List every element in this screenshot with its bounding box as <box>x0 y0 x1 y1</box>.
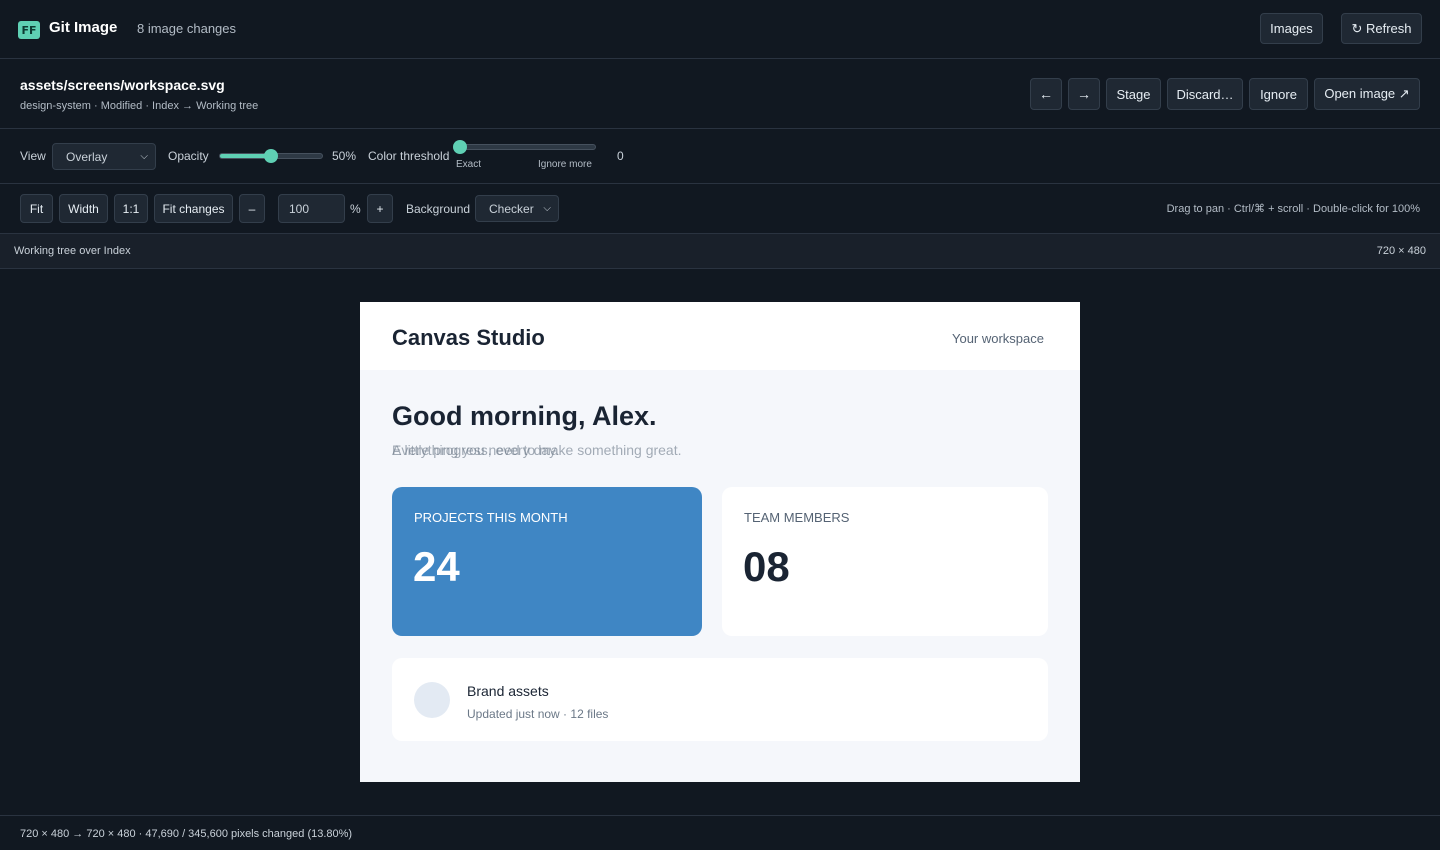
next-file-button[interactable]: → <box>1068 78 1100 110</box>
preview-brand: Canvas Studio <box>392 325 545 350</box>
preview-workspace: Your workspace <box>951 331 1044 346</box>
view-mode-value: Overlay <box>66 149 108 164</box>
stat-card-team: TEAM MEMBERS 08 <box>722 487 1048 636</box>
threshold-value: 0 <box>617 149 624 163</box>
compare-strip: Working tree over Index 720 × 480 <box>0 234 1440 269</box>
discard-button[interactable]: Discard… <box>1167 78 1243 110</box>
threshold-label: Color threshold <box>368 149 450 163</box>
threshold-slider-thumb[interactable] <box>453 140 467 154</box>
refresh-button[interactable]: ↻ Refresh <box>1341 13 1422 44</box>
list-item: Brand assets Updated just now · 12 files <box>392 658 1048 741</box>
stage-button[interactable]: Stage <box>1106 78 1161 110</box>
opacity-label: Opacity <box>168 149 209 163</box>
avatar <box>414 682 450 718</box>
app-logo: FF <box>18 21 40 39</box>
arrow-right-icon: → <box>1077 86 1091 102</box>
actual-size-button[interactable]: 1:1 <box>114 194 148 223</box>
list-item-meta: Updated just now · 12 files <box>467 707 609 721</box>
view-mode-select[interactable]: Overlay ⌵ <box>52 143 156 170</box>
zoom-in-button[interactable]: + <box>367 194 393 223</box>
top-bar: FF Git Image 8 image changes Images ↻ Re… <box>0 0 1440 59</box>
file-path: assets/screens/workspace.svg <box>20 77 225 93</box>
preview-header: Canvas Studio Your workspace <box>360 302 1080 370</box>
threshold-min-label: Exact <box>456 159 482 170</box>
stat-label: PROJECTS THIS MONTH <box>414 510 568 525</box>
open-image-button[interactable]: Open image ↗ <box>1314 78 1420 110</box>
ignore-button[interactable]: Ignore <box>1249 78 1308 110</box>
threshold-max-label: Ignore more <box>538 159 592 170</box>
zoom-out-button[interactable]: – <box>239 194 265 223</box>
status-footer: 720 × 480 → 720 × 480 · 47,690 / 345,600… <box>0 815 1440 850</box>
stat-value: 08 <box>743 543 790 590</box>
pan-zoom-hint: Drag to pan · Ctrl/⌘ + scroll · Double-c… <box>1166 203 1420 215</box>
fit-width-button[interactable]: Width <box>59 194 108 223</box>
opacity-slider-thumb[interactable] <box>264 149 278 163</box>
zoom-percent-label: % <box>350 202 361 216</box>
stat-value: 24 <box>413 543 460 590</box>
stat-card-projects: PROJECTS THIS MONTH 24 <box>392 487 702 636</box>
preview-greeting: Good morning, Alex. <box>392 401 657 431</box>
fit-button[interactable]: Fit <box>20 194 53 223</box>
arrow-left-icon: ← <box>1039 86 1053 102</box>
background-select[interactable]: Checker ⌵ <box>475 195 559 222</box>
diff-summary: 720 × 480 → 720 × 480 · 47,690 / 345,600… <box>20 828 353 840</box>
compare-mode-label: Working tree over Index <box>14 245 131 257</box>
opacity-value: 50% <box>332 149 357 163</box>
app-title: Git Image <box>49 19 118 36</box>
previous-file-button[interactable]: ← <box>1030 78 1062 110</box>
chevron-down-icon: ⌵ <box>543 202 551 214</box>
background-value: Checker <box>489 201 534 216</box>
image-preview[interactable]: Canvas Studio Your workspace Good mornin… <box>360 302 1080 782</box>
image-dimensions: 720 × 480 <box>1376 245 1426 257</box>
preview-subtitle-working: Everything you need to make something gr… <box>392 442 682 458</box>
opacity-slider[interactable] <box>219 149 323 163</box>
zoom-controls: Fit Width 1:1 Fit changes – % + Backgrou… <box>0 184 1440 234</box>
zoom-input[interactable] <box>278 194 345 223</box>
file-header: assets/screens/workspace.svg design-syst… <box>0 59 1440 129</box>
stat-label: TEAM MEMBERS <box>744 510 850 525</box>
images-button[interactable]: Images <box>1260 13 1323 44</box>
threshold-slider[interactable] <box>453 140 596 154</box>
file-meta: design-system · Modified · Index → Worki… <box>20 100 259 112</box>
view-controls: View Overlay ⌵ Opacity 50% Color thresho… <box>0 129 1440 184</box>
list-item-title: Brand assets <box>467 683 549 699</box>
fit-changes-button[interactable]: Fit changes <box>154 194 233 223</box>
chevron-down-icon: ⌵ <box>140 150 148 162</box>
view-label: View <box>20 149 46 163</box>
background-label: Background <box>406 202 471 216</box>
change-count: 8 image changes <box>137 21 237 36</box>
